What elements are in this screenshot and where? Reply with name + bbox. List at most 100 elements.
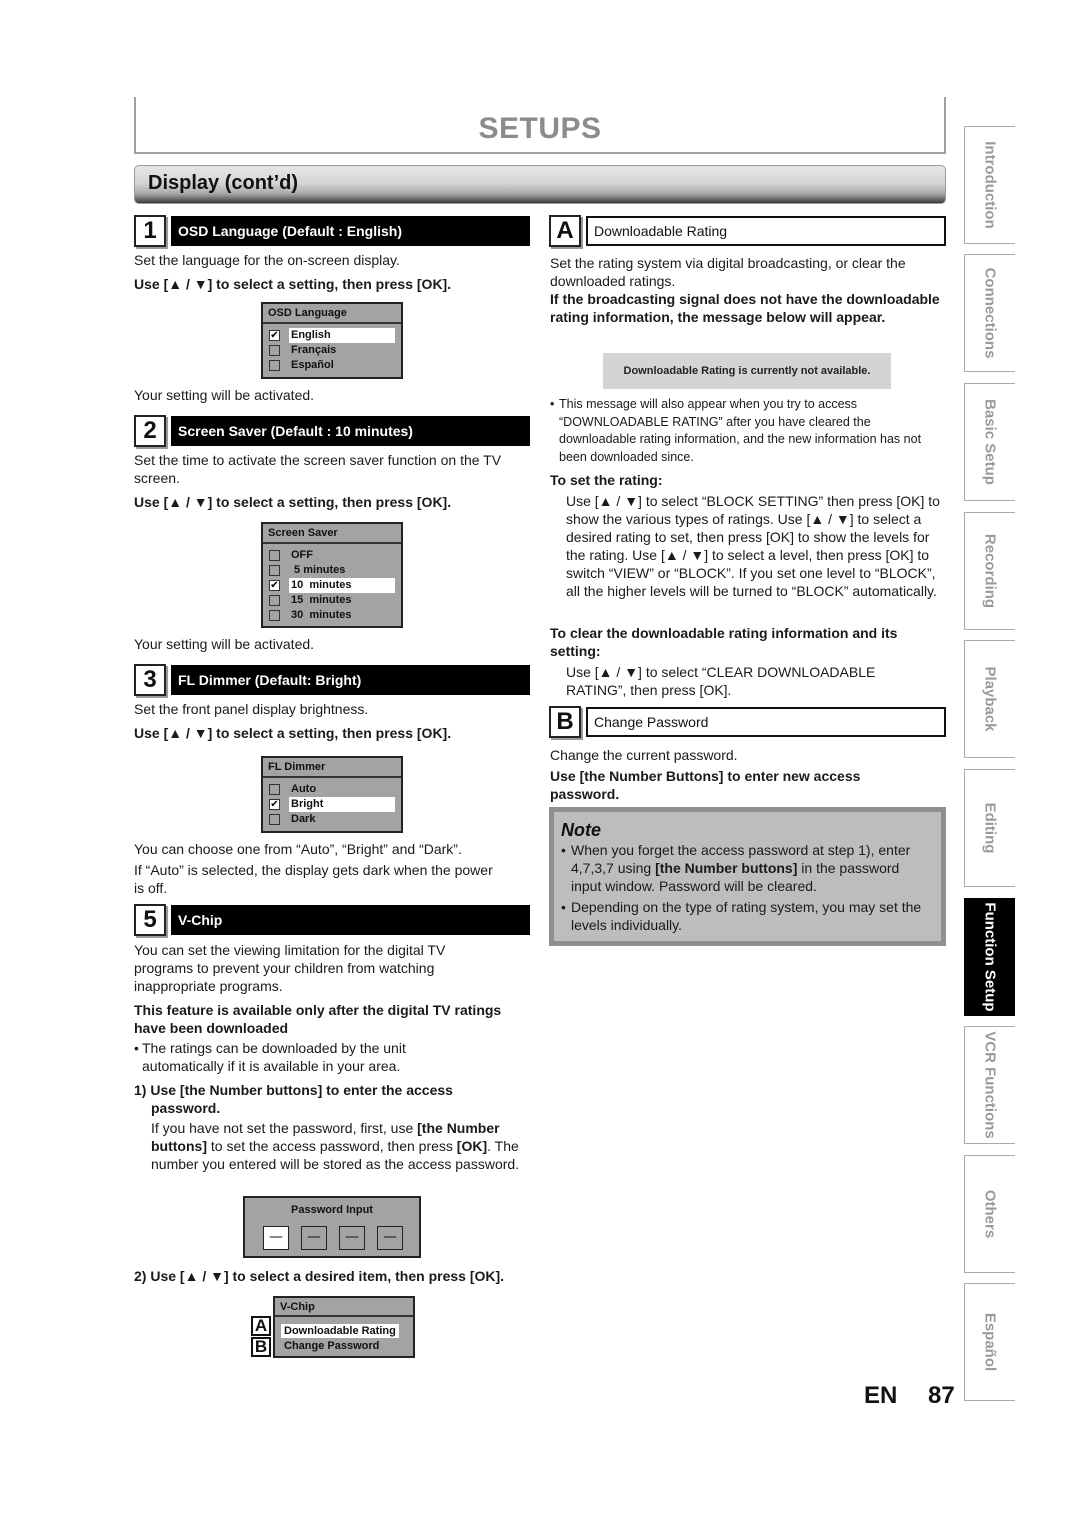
checkbox-icon — [269, 360, 280, 371]
step-1-instruction: Use [▲ / ▼] to select a setting, then pr… — [134, 276, 452, 292]
section-title: Display (cont’d) — [148, 172, 299, 194]
menu-option[interactable]: 15 minutes — [267, 593, 397, 608]
step-1-after: Your setting will be activated. — [134, 387, 315, 403]
menu-option[interactable]: Español — [267, 358, 397, 373]
menu-option[interactable]: Auto — [267, 782, 397, 797]
clear-rating-body: Use [▲ / ▼] to select “CLEAR DOWNLOADABL… — [566, 664, 876, 698]
menu-item-change-password[interactable]: Change Password — [281, 1339, 382, 1353]
menu-option[interactable]: OFF — [267, 548, 397, 563]
checkbox-icon — [269, 345, 280, 356]
step-3-header: 3 FL Dimmer (Default: Bright) — [134, 664, 530, 696]
set-rating-title: To set the rating: — [550, 472, 663, 488]
step-5-sub1-title: 1) Use [the Number buttons] to enter the… — [134, 1082, 453, 1116]
sub-b-bold: Use [the Number Buttons] to enter new ac… — [550, 768, 861, 802]
step-number: 1 — [134, 215, 166, 247]
checkbox-icon — [269, 814, 280, 825]
vchip-menu: V-Chip Downloadable Rating Change Passwo… — [273, 1296, 415, 1358]
section-heading: Display (cont’d) — [134, 165, 946, 204]
osd-language-menu: OSD Language ✔ English Français Español — [261, 302, 403, 379]
menu-option[interactable]: ✔ Bright — [267, 797, 397, 812]
step-number: 5 — [134, 904, 166, 936]
step-2-desc: Set the time to activate the screen save… — [134, 452, 502, 486]
password-digit[interactable]: — — [339, 1226, 365, 1250]
step-5-sub1-body: If you have not set the password, first,… — [151, 1120, 520, 1172]
step-2-after: Your setting will be activated. — [134, 636, 315, 652]
note-title: Note — [561, 820, 601, 840]
password-digit[interactable]: — — [301, 1226, 327, 1250]
side-tab-espanol[interactable]: Español — [964, 1283, 1015, 1401]
menu-title: OSD Language — [263, 304, 401, 324]
sub-b-header: B Change Password — [549, 706, 946, 738]
menu-option[interactable]: Français — [267, 343, 397, 358]
step-title: OSD Language (Default : English) — [171, 216, 530, 246]
checked-icon: ✔ — [269, 330, 280, 341]
password-input-title: Password Input — [291, 1204, 373, 1216]
side-tab-connections[interactable]: Connections — [964, 254, 1015, 372]
menu-option[interactable]: ✔ English — [267, 328, 397, 343]
step-1-desc: Set the language for the on-screen displ… — [134, 252, 400, 268]
sub-a-header: A Downloadable Rating — [549, 215, 946, 247]
step-2-instruction: Use [▲ / ▼] to select a setting, then pr… — [134, 494, 452, 510]
side-tab-introduction[interactable]: Introduction — [964, 126, 1015, 244]
footer-language: EN — [864, 1382, 898, 1409]
label-a-marker: A — [251, 1316, 271, 1336]
note-item: Depending on the type of rating system, … — [571, 899, 922, 933]
step-5-notice: This feature is available only after the… — [134, 1002, 502, 1036]
step-2-header: 2 Screen Saver (Default : 10 minutes) — [134, 415, 530, 447]
step-3-after-2: If “Auto” is selected, the display gets … — [134, 862, 493, 896]
note-item: When you forget the access password at s… — [571, 842, 911, 894]
page-title: SETUPS — [478, 112, 602, 145]
menu-option[interactable]: ✔ 10 minutes — [267, 578, 397, 593]
bullet-icon: • — [134, 1040, 139, 1056]
step-3-instruction: Use [▲ / ▼] to select a setting, then pr… — [134, 725, 452, 741]
step-title: V-Chip — [171, 905, 530, 935]
step-title: Screen Saver (Default : 10 minutes) — [171, 416, 530, 446]
step-title: FL Dimmer (Default: Bright) — [171, 665, 530, 695]
step-number: 2 — [134, 415, 166, 447]
side-tab-function-setup[interactable]: Function Setup — [964, 898, 1015, 1016]
menu-title: V-Chip — [275, 1298, 413, 1317]
sub-letter: B — [549, 706, 581, 738]
password-input-box: Password Input — — — — — [243, 1196, 421, 1258]
sub-a-bold: If the broadcasting signal does not have… — [550, 291, 940, 325]
checked-icon: ✔ — [269, 580, 280, 591]
menu-option[interactable]: 5 minutes — [267, 563, 397, 578]
set-rating-body: Use [▲ / ▼] to select “BLOCK SETTING” th… — [566, 493, 940, 599]
checkbox-icon — [269, 610, 280, 621]
step-5-bullet: The ratings can be downloaded by the uni… — [142, 1040, 406, 1074]
menu-title: FL Dimmer — [263, 758, 401, 778]
checkbox-icon — [269, 595, 280, 606]
menu-item-downloadable-rating[interactable]: Downloadable Rating — [281, 1324, 399, 1338]
step-1-header: 1 OSD Language (Default : English) — [134, 215, 530, 247]
sub-letter: A — [549, 215, 581, 247]
side-tab-recording[interactable]: Recording — [964, 512, 1015, 630]
side-tab-editing[interactable]: Editing — [964, 769, 1015, 887]
menu-title: Screen Saver — [263, 524, 401, 544]
sub-title: Downloadable Rating — [586, 216, 946, 246]
step-5-header: 5 V-Chip — [134, 904, 530, 936]
sub-a-bullet: This message will also appear when you t… — [559, 397, 922, 464]
screen-saver-menu: Screen Saver OFF 5 minutes ✔ 10 minutes 1… — [261, 522, 403, 628]
menu-option[interactable]: 30 minutes — [267, 608, 397, 623]
checkbox-icon — [269, 784, 280, 795]
checkbox-icon — [269, 550, 280, 561]
side-tab-playback[interactable]: Playback — [964, 640, 1015, 758]
bullet-icon: • — [561, 899, 566, 915]
menu-option[interactable]: Dark — [267, 812, 397, 827]
unavailable-message: Downloadable Rating is currently not ava… — [603, 353, 891, 389]
checked-icon: ✔ — [269, 799, 280, 810]
side-tab-others[interactable]: Others — [964, 1155, 1015, 1273]
step-5-sub2-title: 2) Use [▲ / ▼] to select a desired item,… — [134, 1268, 505, 1284]
step-5-desc: You can set the viewing limitation for t… — [134, 942, 446, 994]
side-tab-basic-setup[interactable]: Basic Setup — [964, 383, 1015, 501]
bullet-icon: • — [550, 397, 555, 411]
password-digit[interactable]: — — [377, 1226, 403, 1250]
password-digit[interactable]: — — [263, 1226, 289, 1250]
sub-title: Change Password — [586, 707, 946, 737]
bullet-icon: • — [561, 842, 566, 858]
label-b-marker: B — [251, 1337, 271, 1357]
step-3-after-1: You can choose one from “Auto”, “Bright”… — [134, 841, 462, 857]
sub-b-desc: Change the current password. — [550, 747, 738, 763]
side-tab-vcr-functions[interactable]: VCR Functions — [964, 1026, 1015, 1144]
fl-dimmer-menu: FL Dimmer Auto ✔ Bright Dark — [261, 756, 403, 833]
